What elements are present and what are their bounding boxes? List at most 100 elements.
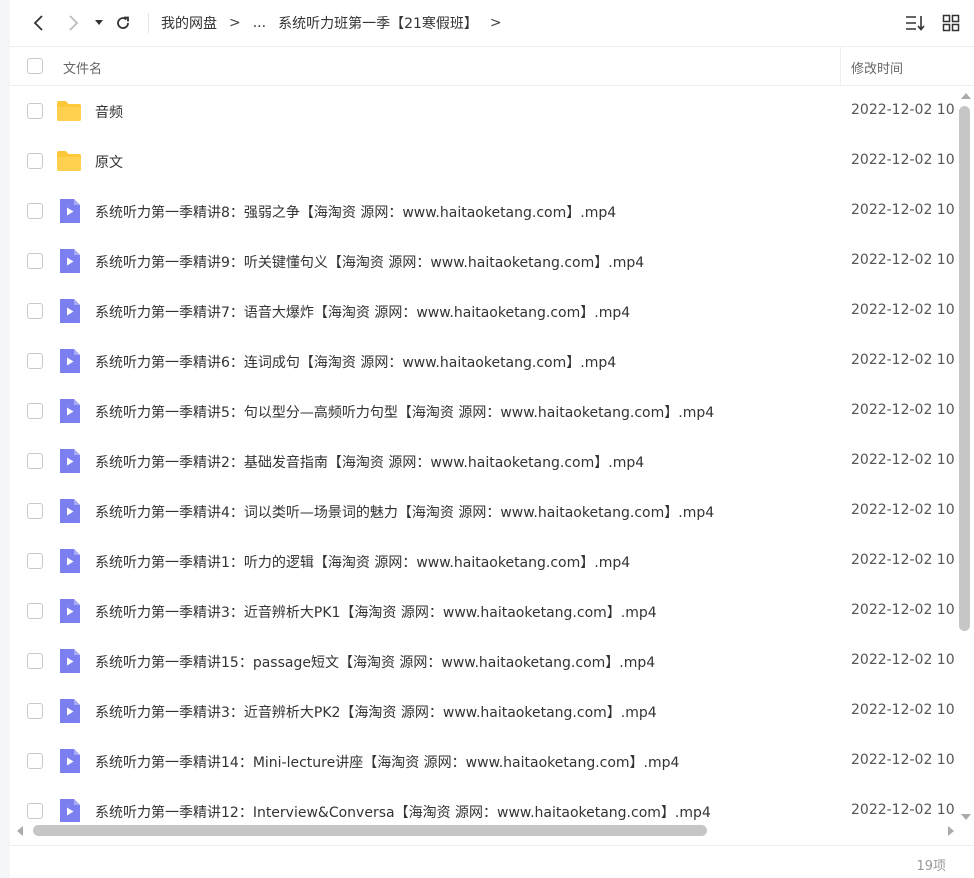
horizontal-scrollbar-thumb[interactable] — [33, 825, 707, 836]
row-checkbox[interactable] — [27, 703, 43, 719]
vertical-scrollbar[interactable] — [956, 88, 974, 820]
row-checkbox[interactable] — [27, 203, 43, 219]
file-row[interactable]: 系统听力第一季精讲15：passage短文【海淘资 源网：www.haitaok… — [10, 636, 956, 686]
file-modified-time: 2022-12-02 10 — [851, 202, 955, 218]
vertical-scrollbar-thumb[interactable] — [959, 106, 970, 631]
folder-icon — [56, 148, 82, 174]
video-file-icon — [56, 648, 82, 674]
file-modified-time: 2022-12-02 10 — [851, 152, 955, 168]
history-dropdown-button[interactable] — [90, 8, 108, 38]
file-modified-time: 2022-12-02 10 — [851, 802, 955, 818]
chevron-left-icon — [33, 15, 43, 31]
file-row[interactable]: 原文 2022-12-02 10 — [10, 136, 956, 186]
sort-icon — [906, 16, 925, 31]
row-checkbox[interactable] — [27, 153, 43, 169]
file-name[interactable]: 系统听力第一季精讲8：强弱之争【海淘资 源网：www.haitaoketang.… — [95, 202, 616, 222]
horizontal-scrollbar[interactable] — [10, 822, 956, 840]
file-modified-time: 2022-12-02 10 — [851, 752, 955, 768]
file-list: 音频 2022-12-02 10 原文 2022-12-02 10 系统听力第一季精讲8… — [10, 86, 956, 822]
file-modified-time: 2022-12-02 10 — [851, 252, 955, 268]
video-file-icon — [56, 448, 82, 474]
file-row[interactable]: 系统听力第一季精讲14：Mini-lecture讲座【海淘资 源网：www.ha… — [10, 736, 956, 786]
grid-view-button[interactable] — [940, 12, 962, 34]
video-file-icon — [56, 798, 82, 822]
row-checkbox[interactable] — [27, 503, 43, 519]
scroll-down-arrow-icon[interactable] — [961, 814, 971, 820]
file-row[interactable]: 系统听力第一季精讲3：近音辨析大PK2【海淘资 源网：www.haitaoket… — [10, 686, 956, 736]
file-row[interactable]: 系统听力第一季精讲7：语音大爆炸【海淘资 源网：www.haitaoketang… — [10, 286, 956, 336]
row-checkbox[interactable] — [27, 253, 43, 269]
refresh-icon — [117, 16, 129, 29]
file-row[interactable]: 系统听力第一季精讲6：连词成句【海淘资 源网：www.haitaoketang.… — [10, 336, 956, 386]
file-row[interactable]: 系统听力第一季精讲12：Interview&Conversa【海淘资 源网：ww… — [10, 786, 956, 822]
file-name[interactable]: 音频 — [95, 102, 123, 122]
row-checkbox[interactable] — [27, 803, 43, 819]
refresh-button[interactable] — [108, 8, 138, 38]
file-row[interactable]: 系统听力第一季精讲5：句以型分—高频听力句型【海淘资 源网：www.haitao… — [10, 386, 956, 436]
file-row[interactable]: 音频 2022-12-02 10 — [10, 86, 956, 136]
status-bar: 19项 — [10, 845, 974, 878]
video-file-icon — [56, 248, 82, 274]
file-name[interactable]: 系统听力第一季精讲3：近音辨析大PK1【海淘资 源网：www.haitaoket… — [95, 602, 657, 622]
video-file-icon — [56, 598, 82, 624]
file-modified-time: 2022-12-02 10 — [851, 552, 955, 568]
toolbar-divider — [148, 13, 149, 33]
scroll-left-arrow-icon[interactable] — [17, 826, 23, 836]
breadcrumb-item-root[interactable]: 我的网盘 — [161, 13, 217, 33]
column-divider[interactable] — [840, 47, 841, 85]
video-file-icon — [56, 348, 82, 374]
file-row[interactable]: 系统听力第一季精讲9：听关键懂句义【海淘资 源网：www.haitaoketan… — [10, 236, 956, 286]
breadcrumb: 我的网盘 > ... 系统听力班第一季【21寒假班】 > — [161, 13, 514, 33]
breadcrumb-separator: > — [229, 15, 241, 31]
back-button[interactable] — [24, 8, 54, 38]
file-modified-time: 2022-12-02 10 — [851, 302, 955, 318]
file-modified-time: 2022-12-02 10 — [851, 402, 955, 418]
video-file-icon — [56, 498, 82, 524]
row-checkbox[interactable] — [27, 553, 43, 569]
row-checkbox[interactable] — [27, 453, 43, 469]
forward-button[interactable] — [58, 8, 88, 38]
scroll-right-arrow-icon[interactable] — [948, 826, 954, 836]
file-name[interactable]: 系统听力第一季精讲5：句以型分—高频听力句型【海淘资 源网：www.haitao… — [95, 402, 714, 422]
row-checkbox[interactable] — [27, 403, 43, 419]
file-modified-time: 2022-12-02 10 — [851, 602, 955, 618]
file-row[interactable]: 系统听力第一季精讲2：基础发音指南【海淘资 源网：www.haitaoketan… — [10, 436, 956, 486]
file-name[interactable]: 系统听力第一季精讲4：词以类听—场景词的魅力【海淘资 源网：www.haitao… — [95, 502, 714, 522]
file-modified-time: 2022-12-02 10 — [851, 452, 955, 468]
file-name[interactable]: 系统听力第一季精讲7：语音大爆炸【海淘资 源网：www.haitaoketang… — [95, 302, 630, 322]
row-checkbox[interactable] — [27, 303, 43, 319]
column-header-modified-time[interactable]: 修改时间 — [851, 58, 903, 77]
row-checkbox[interactable] — [27, 753, 43, 769]
video-file-icon — [56, 698, 82, 724]
file-name[interactable]: 系统听力第一季精讲3：近音辨析大PK2【海淘资 源网：www.haitaoket… — [95, 702, 657, 722]
breadcrumb-item-ellipsis[interactable]: ... — [253, 15, 266, 31]
file-name[interactable]: 系统听力第一季精讲6：连词成句【海淘资 源网：www.haitaoketang.… — [95, 352, 616, 372]
file-modified-time: 2022-12-02 10 — [851, 502, 955, 518]
sort-button[interactable] — [904, 12, 926, 34]
row-checkbox[interactable] — [27, 653, 43, 669]
file-name[interactable]: 系统听力第一季精讲1：听力的逻辑【海淘资 源网：www.haitaoketang… — [95, 552, 630, 572]
column-header-name[interactable]: 文件名 — [63, 58, 102, 77]
file-name[interactable]: 系统听力第一季精讲2：基础发音指南【海淘资 源网：www.haitaoketan… — [95, 452, 644, 472]
row-checkbox[interactable] — [27, 103, 43, 119]
row-checkbox[interactable] — [27, 353, 43, 369]
file-row[interactable]: 系统听力第一季精讲8：强弱之争【海淘资 源网：www.haitaoketang.… — [10, 186, 956, 236]
file-name[interactable]: 系统听力第一季精讲12：Interview&Conversa【海淘资 源网：ww… — [95, 802, 711, 822]
file-row[interactable]: 系统听力第一季精讲3：近音辨析大PK1【海淘资 源网：www.haitaoket… — [10, 586, 956, 636]
caret-down-icon — [95, 20, 103, 25]
file-name[interactable]: 系统听力第一季精讲15：passage短文【海淘资 源网：www.haitaok… — [95, 652, 655, 672]
select-all-checkbox[interactable] — [27, 58, 43, 74]
file-name[interactable]: 系统听力第一季精讲9：听关键懂句义【海淘资 源网：www.haitaoketan… — [95, 252, 644, 272]
video-file-icon — [56, 298, 82, 324]
file-row[interactable]: 系统听力第一季精讲1：听力的逻辑【海淘资 源网：www.haitaoketang… — [10, 536, 956, 586]
video-file-icon — [56, 398, 82, 424]
file-name[interactable]: 原文 — [95, 152, 123, 172]
file-row[interactable]: 系统听力第一季精讲4：词以类听—场景词的魅力【海淘资 源网：www.haitao… — [10, 486, 956, 536]
breadcrumb-item-current[interactable]: 系统听力班第一季【21寒假班】 — [278, 13, 478, 33]
row-checkbox[interactable] — [27, 603, 43, 619]
file-name[interactable]: 系统听力第一季精讲14：Mini-lecture讲座【海淘资 源网：www.ha… — [95, 752, 679, 772]
scroll-up-arrow-icon[interactable] — [961, 93, 971, 99]
file-manager-window: 我的网盘 > ... 系统听力班第一季【21寒假班】 > 文件名 修改时间 音频… — [10, 0, 974, 878]
file-modified-time: 2022-12-02 10 — [851, 702, 955, 718]
grid-view-icon — [942, 14, 960, 32]
